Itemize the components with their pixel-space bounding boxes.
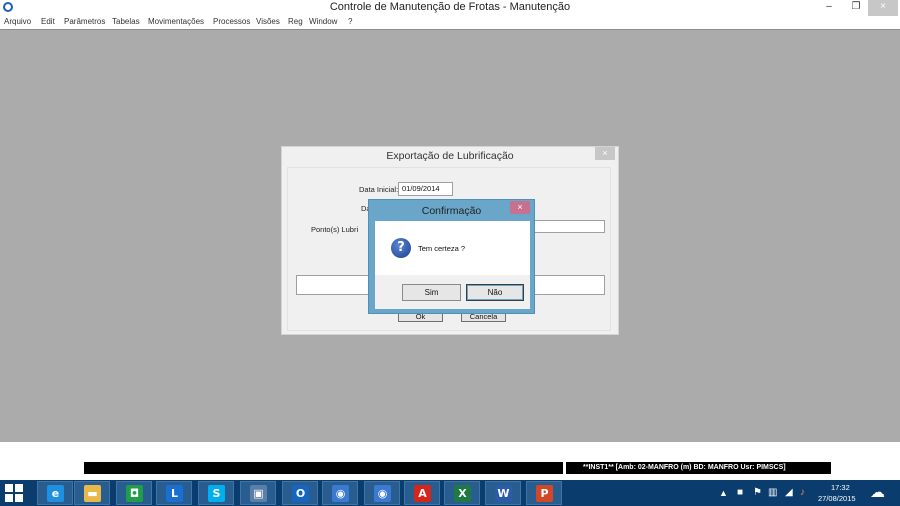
menu-movimentacoes[interactable]: Movimentações — [148, 17, 204, 26]
taskbar-button-app-icon-2[interactable]: ◉ — [364, 481, 400, 505]
taskbar-button-store[interactable]: ◘ — [116, 481, 152, 505]
menu-arquivo[interactable]: Arquivo — [4, 17, 31, 26]
show-hidden-icons-icon[interactable]: ▲ — [719, 488, 728, 498]
menu-processos[interactable]: Processos — [213, 17, 250, 26]
excel-icon: X — [454, 485, 471, 502]
confirm-buttons: Sim Não — [375, 275, 530, 309]
export-close-button[interactable]: × — [595, 147, 615, 160]
start-button[interactable] — [5, 484, 23, 502]
app-icon-2: ◉ — [374, 485, 391, 502]
clock-time[interactable]: 17:32 — [831, 483, 850, 492]
powerpoint-icon: P — [536, 485, 553, 502]
export-window-title: Exportação de Lubrificação — [386, 150, 514, 162]
yes-button[interactable]: Sim — [402, 284, 461, 301]
taskbar: e ▬ ◘ L S ▣ O ◉ ◉ A X W P ▲ ■ ⚑ ▥ ◢ ♪ 17:32 27/08/20… — [0, 480, 900, 506]
menu-edit[interactable]: Edit — [41, 17, 55, 26]
lync-icon: L — [166, 485, 183, 502]
system-tray: ▲ ■ ⚑ ▥ ◢ ♪ 17:32 27/08/2015 ☁ — [715, 480, 900, 506]
signal-icon[interactable]: ◢ — [785, 487, 793, 498]
restore-button[interactable]: ❐ — [845, 0, 867, 16]
volume-icon[interactable]: ♪ — [800, 487, 805, 498]
clock-date[interactable]: 27/08/2015 — [818, 494, 856, 503]
title-bar: Controle de Manutenção de Frotas - Manut… — [0, 0, 900, 16]
data-inicial-field[interactable]: 01/09/2014 — [398, 182, 453, 196]
outlook-icon: O — [292, 485, 309, 502]
confirm-close-button[interactable]: × — [510, 201, 530, 214]
taskbar-button-acrobat[interactable]: A — [404, 481, 440, 505]
taskbar-button-remote-desktop[interactable]: ▣ — [240, 481, 276, 505]
pontos-lubrificacao-label: Ponto(s) Lubri — [311, 225, 359, 234]
skype-icon: S — [208, 485, 225, 502]
taskbar-button-lync[interactable]: L — [156, 481, 192, 505]
confirm-body: ? Tem certeza ? — [375, 221, 530, 275]
acrobat-icon: A — [414, 485, 431, 502]
menu-bar: Arquivo Edit Parâmetros Tabelas Moviment… — [0, 16, 900, 29]
desktop: Controle de Manutenção de Frotas - Manut… — [0, 0, 900, 506]
menu-visoes[interactable]: Visões — [256, 17, 280, 26]
file-explorer-icon: ▬ — [84, 485, 101, 502]
confirm-message: Tem certeza ? — [418, 244, 466, 253]
tray-app-icon[interactable]: ■ — [737, 487, 743, 498]
question-icon: ? — [391, 238, 411, 258]
flag-icon[interactable]: ⚑ — [753, 487, 762, 498]
taskbar-button-file-explorer[interactable]: ▬ — [74, 481, 110, 505]
network-icon[interactable]: ▥ — [768, 487, 777, 498]
taskbar-button-excel[interactable]: X — [444, 481, 480, 505]
close-button[interactable]: × — [868, 0, 898, 16]
taskbar-button-app-icon-1[interactable]: ◉ — [322, 481, 358, 505]
no-button[interactable]: Não — [466, 284, 524, 301]
menu-help[interactable]: ? — [348, 17, 352, 26]
menu-reg[interactable]: Reg — [288, 17, 303, 26]
cloud-icon[interactable]: ☁ — [870, 483, 885, 501]
menu-window[interactable]: Window — [309, 17, 337, 26]
word-icon: W — [495, 485, 512, 502]
internet-explorer-icon: e — [47, 485, 64, 502]
taskbar-button-word[interactable]: W — [485, 481, 521, 505]
confirm-dialog: Confirmação × ? Tem certeza ? Sim Não — [368, 199, 535, 314]
window-title: Controle de Manutenção de Frotas - Manut… — [329, 1, 571, 13]
pontos-lubrificacao-field[interactable] — [534, 220, 605, 233]
taskbar-button-internet-explorer[interactable]: e — [37, 481, 73, 505]
data-inicial-label: Data Inicial: — [359, 185, 399, 194]
status-bar-info: **INST1** [Amb: 02-MANFRO (m) BD: MANFRO… — [566, 462, 831, 474]
remote-desktop-icon: ▣ — [250, 485, 267, 502]
status-strip: **INST1** [Amb: 02-MANFRO (m) BD: MANFRO… — [0, 442, 900, 480]
menu-tabelas[interactable]: Tabelas — [112, 17, 140, 26]
minimize-button[interactable]: – — [818, 0, 840, 16]
taskbar-button-powerpoint[interactable]: P — [526, 481, 562, 505]
store-icon: ◘ — [126, 485, 143, 502]
app-icon-1: ◉ — [332, 485, 349, 502]
windows-logo-icon — [5, 484, 13, 492]
taskbar-button-outlook[interactable]: O — [282, 481, 318, 505]
menu-parametros[interactable]: Parâmetros — [64, 17, 105, 26]
status-bar-left — [84, 462, 563, 474]
taskbar-button-skype[interactable]: S — [198, 481, 234, 505]
